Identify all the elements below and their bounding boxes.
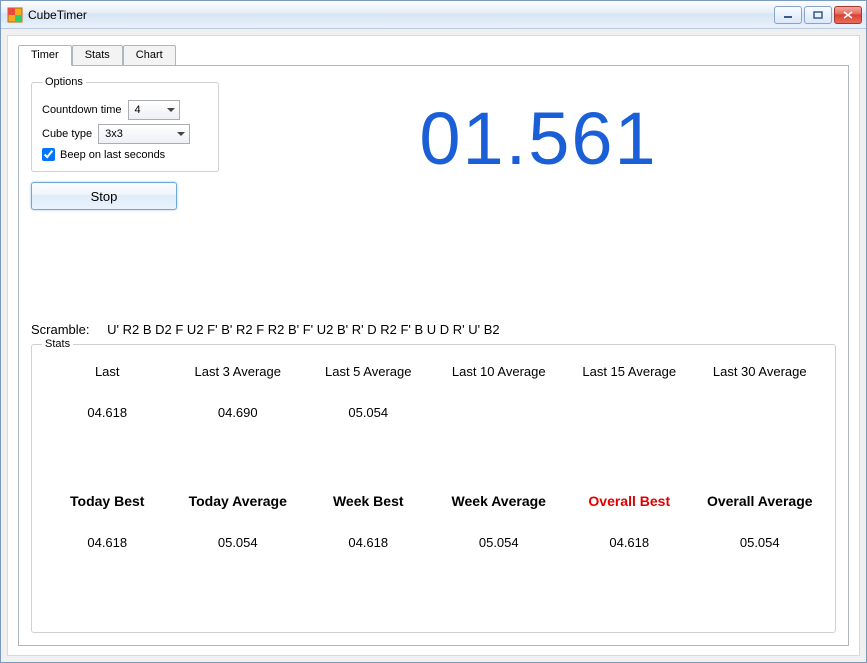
stat-header-overall-avg: Overall Average — [695, 493, 826, 509]
window-title: CubeTimer — [28, 8, 774, 22]
scramble-value: U' R2 B D2 F U2 F' B' R2 F R2 B' F' U2 B… — [107, 322, 500, 337]
tab-chart[interactable]: Chart — [123, 45, 176, 66]
stat-value-week-best: 04.618 — [303, 535, 434, 550]
scramble-row: Scramble: U' R2 B D2 F U2 F' B' R2 F R2 … — [31, 322, 500, 337]
stat-value-overall-avg: 05.054 — [695, 535, 826, 550]
maximize-button[interactable] — [804, 6, 832, 24]
stat-value-last3avg: 04.690 — [173, 405, 304, 420]
scramble-label: Scramble: — [31, 322, 90, 337]
stat-header-today-best: Today Best — [42, 493, 173, 509]
options-legend: Options — [42, 76, 86, 88]
client-area: Timer Stats Chart Options Countdown time… — [7, 35, 860, 656]
stat-value-today-best: 04.618 — [42, 535, 173, 550]
stat-header-last5avg: Last 5 Average — [303, 364, 434, 379]
stat-header-last3avg: Last 3 Average — [173, 364, 304, 379]
stat-header-overall-best: Overall Best — [564, 493, 695, 509]
stat-value-overall-best: 04.618 — [564, 535, 695, 550]
cube-type-select[interactable]: 3x3 — [98, 124, 190, 144]
window-controls — [774, 6, 862, 24]
tab-stats[interactable]: Stats — [72, 45, 123, 66]
beep-label: Beep on last seconds — [60, 149, 165, 161]
timer-display: 01.561 — [269, 96, 808, 181]
titlebar: CubeTimer — [1, 1, 866, 29]
beep-checkbox[interactable] — [42, 148, 55, 161]
stats-legend: Stats — [42, 338, 73, 350]
close-button[interactable] — [834, 6, 862, 24]
stats-group: Stats Last Last 3 Average Last 5 Average… — [31, 338, 836, 633]
stat-header-last30avg: Last 30 Average — [695, 364, 826, 379]
stat-header-last10avg: Last 10 Average — [434, 364, 565, 379]
tab-panel-timer: Options Countdown time 4 Cube type 3x3 B… — [18, 65, 849, 646]
stat-header-week-avg: Week Average — [434, 493, 565, 509]
countdown-time-select[interactable]: 4 — [128, 100, 180, 120]
stat-header-last: Last — [42, 364, 173, 379]
tab-bar: Timer Stats Chart — [18, 45, 849, 66]
cube-type-value: 3x3 — [105, 128, 123, 140]
stat-value-last10avg — [434, 405, 565, 420]
stop-button[interactable]: Stop — [31, 182, 177, 210]
stat-value-last: 04.618 — [42, 405, 173, 420]
app-window: CubeTimer Timer Stats Chart Options Coun… — [0, 0, 867, 663]
stat-value-today-avg: 05.054 — [173, 535, 304, 550]
stat-value-last5avg: 05.054 — [303, 405, 434, 420]
tab-timer[interactable]: Timer — [18, 45, 72, 66]
stat-header-last15avg: Last 15 Average — [564, 364, 695, 379]
options-group: Options Countdown time 4 Cube type 3x3 B… — [31, 76, 219, 172]
countdown-time-label: Countdown time — [42, 104, 122, 116]
stat-header-today-avg: Today Average — [173, 493, 304, 509]
app-icon — [7, 7, 23, 23]
minimize-button[interactable] — [774, 6, 802, 24]
cube-type-label: Cube type — [42, 128, 92, 140]
countdown-time-value: 4 — [135, 104, 141, 116]
stat-value-last30avg — [695, 405, 826, 420]
stat-header-week-best: Week Best — [303, 493, 434, 509]
stat-value-week-avg: 05.054 — [434, 535, 565, 550]
stat-value-last15avg — [564, 405, 695, 420]
